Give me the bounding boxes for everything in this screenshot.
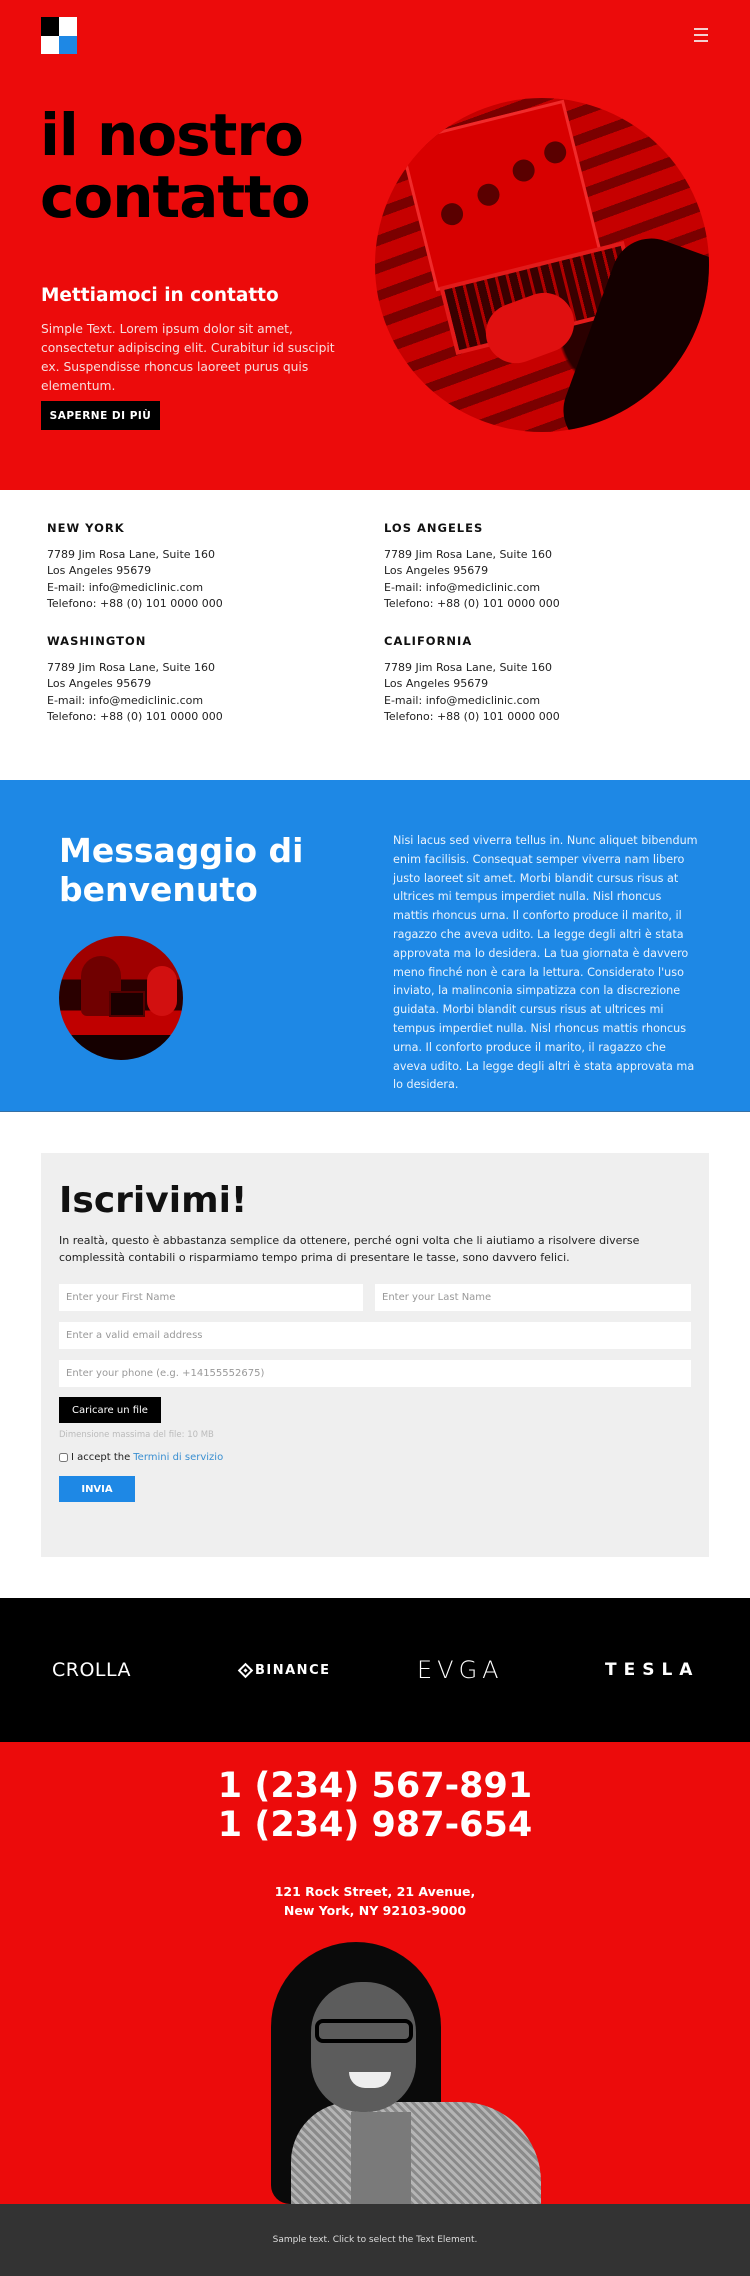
- address-phone: Telefono: +88 (0) 101 0000 000: [47, 596, 223, 610]
- form-description: In realtà, questo è abbastanza semplice …: [59, 1234, 640, 1264]
- address-street: 7789 Jim Rosa Lane, Suite 160: [47, 548, 216, 561]
- brand-logo-tesla: TESLA: [605, 1660, 700, 1680]
- page-title: il nostro contatto: [40, 101, 311, 231]
- hero-laptop-image: [375, 98, 709, 432]
- welcome-office-image: [59, 936, 183, 1060]
- learn-more-button[interactable]: SAPERNE DI PIÙ: [41, 401, 160, 430]
- address-street: 7789 Jim Rosa Lane, Suite 160: [47, 661, 216, 674]
- brand-logo-evga: EVGA: [417, 1656, 504, 1684]
- email-input[interactable]: [59, 1322, 691, 1349]
- hero-text: Simple Text. Lorem ipsum dolor sit amet,…: [41, 322, 335, 393]
- hamburger-menu-icon[interactable]: [694, 28, 708, 42]
- terms-row: I accept the Termini di servizio: [59, 1452, 223, 1463]
- address-city: LOS ANGELES: [384, 521, 484, 535]
- welcome-title: Messaggio di benvenuto: [59, 831, 304, 909]
- file-size-hint: Dimensione massima del file: 10 MB: [59, 1430, 214, 1440]
- address-city: CALIFORNIA: [384, 634, 473, 648]
- terms-prefix: I accept the: [71, 1452, 131, 1463]
- address-zip: Los Angeles 95679: [47, 564, 152, 578]
- contact-section: 1 (234) 567-891 1 (234) 987-654 121 Rock…: [0, 1742, 750, 2204]
- address-zip: Los Angeles 95679: [47, 677, 152, 691]
- phone-number-primary[interactable]: 1 (234) 567-891: [0, 1766, 750, 1806]
- address-city: WASHINGTON: [47, 634, 147, 648]
- terms-link[interactable]: Termini di servizio: [133, 1452, 223, 1463]
- upload-file-button[interactable]: Caricare un file: [59, 1397, 161, 1423]
- brand-logo-binance: BINANCE: [237, 1660, 331, 1680]
- brand-logo-crolla: CROLLA: [52, 1659, 132, 1681]
- brand-logos-section: CROLLA BINANCE EVGA TESLA: [0, 1598, 750, 1742]
- footer-text[interactable]: Sample text. Click to select the Text El…: [273, 2235, 478, 2245]
- address-street: 7789 Jim Rosa Lane, Suite 160: [384, 661, 553, 674]
- address-email: E-mail: info@mediclinic.com: [47, 580, 204, 594]
- address-phone: Telefono: +88 (0) 101 0000 000: [47, 709, 223, 723]
- woman-portrait-image: [211, 1942, 541, 2204]
- address-zip: Los Angeles 95679: [384, 677, 489, 691]
- address-block-new-york: NEW YORK 7789 Jim Rosa Lane, Suite 160 L…: [47, 521, 347, 612]
- terms-checkbox[interactable]: [59, 1453, 68, 1462]
- address-block-los-angeles: LOS ANGELES 7789 Jim Rosa Lane, Suite 16…: [384, 521, 684, 612]
- address-phone: Telefono: +88 (0) 101 0000 000: [384, 709, 560, 723]
- signup-form: Iscrivimi! In realtà, questo è abbastanz…: [41, 1153, 709, 1557]
- address-phone: Telefono: +88 (0) 101 0000 000: [384, 596, 560, 610]
- address-block-washington: WASHINGTON 7789 Jim Rosa Lane, Suite 160…: [47, 634, 347, 725]
- address-email: E-mail: info@mediclinic.com: [384, 693, 541, 707]
- phone-number-secondary[interactable]: 1 (234) 987-654: [0, 1805, 750, 1845]
- address-street: 7789 Jim Rosa Lane, Suite 160: [384, 548, 553, 561]
- glasses-shape: [315, 2019, 413, 2043]
- address-city: NEW YORK: [47, 521, 125, 535]
- first-name-input[interactable]: [59, 1284, 363, 1311]
- hero-subtitle: Mettiamoci in contatto: [41, 285, 279, 306]
- welcome-text: Nisi lacus sed viverra tellus in. Nunc a…: [393, 834, 698, 1092]
- hero-section: il nostro contatto Mettiamoci in contatt…: [0, 0, 750, 490]
- contact-address-line2: New York, NY 92103-9000: [283, 1903, 467, 1918]
- last-name-input[interactable]: [375, 1284, 691, 1311]
- form-title: Iscrivimi!: [59, 1180, 248, 1221]
- submit-button[interactable]: INVIA: [59, 1476, 135, 1502]
- phone-input[interactable]: [59, 1360, 691, 1387]
- addresses-section: NEW YORK 7789 Jim Rosa Lane, Suite 160 L…: [0, 490, 750, 780]
- contact-address-line1: 121 Rock Street, 21 Avenue,: [274, 1884, 476, 1899]
- address-email: E-mail: info@mediclinic.com: [384, 580, 541, 594]
- address-block-california: CALIFORNIA 7789 Jim Rosa Lane, Suite 160…: [384, 634, 684, 725]
- signup-section: Iscrivimi! In realtà, questo è abbastanz…: [0, 1112, 750, 1598]
- welcome-section: Messaggio di benvenuto Nisi lacus sed vi…: [0, 780, 750, 1112]
- footer: Sample text. Click to select the Text El…: [0, 2204, 750, 2276]
- binance-diamond-icon: [237, 1662, 254, 1678]
- site-logo-icon[interactable]: [41, 17, 77, 54]
- address-zip: Los Angeles 95679: [384, 564, 489, 578]
- address-email: E-mail: info@mediclinic.com: [47, 693, 204, 707]
